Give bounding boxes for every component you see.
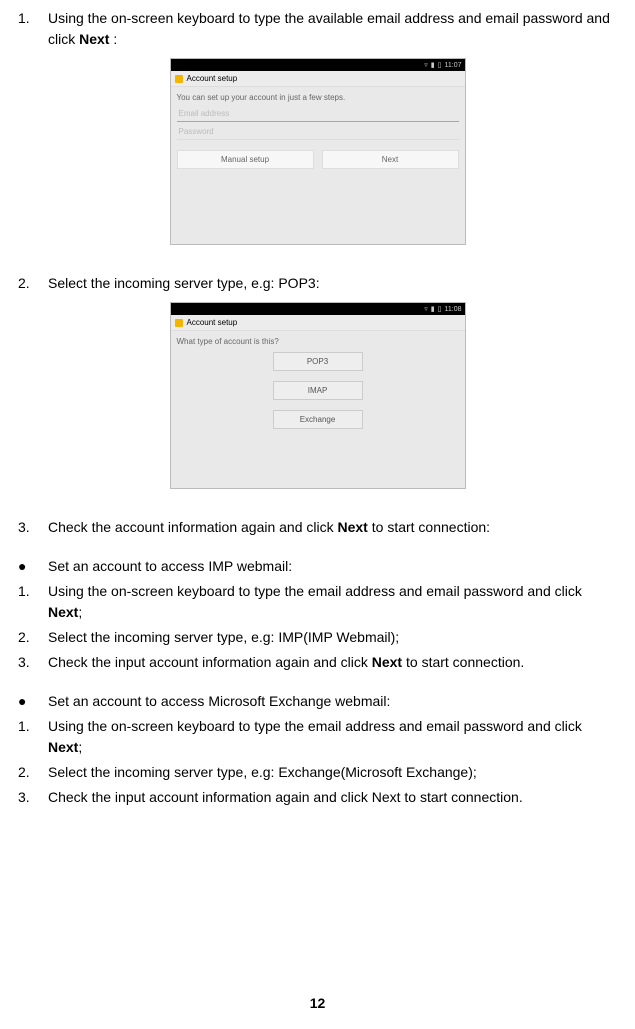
title-text: Account setup bbox=[187, 318, 238, 327]
battery-icon: ▯ bbox=[438, 61, 442, 69]
list-text: Select the incoming server type, e.g: PO… bbox=[48, 273, 617, 294]
wifi-icon: ▿ bbox=[424, 305, 428, 313]
list-text: Check the account information again and … bbox=[48, 517, 617, 538]
screenshot-container: ▿ ▮ ▯ 11:07 Account setup You can set up… bbox=[18, 58, 617, 245]
bullet: ● bbox=[18, 556, 48, 577]
signal-icon: ▮ bbox=[431, 61, 435, 69]
wifi-icon: ▿ bbox=[424, 61, 428, 69]
mail-icon bbox=[175, 319, 183, 327]
list-text: Using the on-screen keyboard to type the… bbox=[48, 716, 617, 758]
list-text: Check the input account information agai… bbox=[48, 787, 617, 808]
list-text: Select the incoming server type, e.g: IM… bbox=[48, 627, 617, 648]
button-column: POP3 IMAP Exchange bbox=[177, 352, 459, 429]
spacer bbox=[18, 677, 617, 691]
list-item: 3. Check the account information again a… bbox=[18, 517, 617, 538]
title-bar: Account setup bbox=[171, 71, 465, 87]
screenshot-body: What type of account is this? POP3 IMAP … bbox=[171, 331, 465, 435]
hint-text: What type of account is this? bbox=[177, 337, 459, 346]
battery-icon: ▯ bbox=[438, 305, 442, 313]
manual-setup-button[interactable]: Manual setup bbox=[177, 150, 314, 169]
pop3-button[interactable]: POP3 bbox=[273, 352, 363, 371]
bullet-item: ● Set an account to access Microsoft Exc… bbox=[18, 691, 617, 712]
text-bold: Next bbox=[48, 739, 78, 755]
list-item: 1. Using the on-screen keyboard to type … bbox=[18, 716, 617, 758]
screenshot-body: You can set up your account in just a fe… bbox=[171, 87, 465, 175]
text: Check the input account information agai… bbox=[48, 654, 372, 670]
status-bar: ▿ ▮ ▯ 11:08 bbox=[171, 303, 465, 315]
list-text: Check the input account information agai… bbox=[48, 652, 617, 673]
bullet-text: Set an account to access IMP webmail: bbox=[48, 556, 292, 577]
clock: 11:08 bbox=[445, 306, 462, 313]
hint-text: You can set up your account in just a fe… bbox=[177, 93, 459, 102]
list-item: 1. Using the on-screen keyboard to type … bbox=[18, 581, 617, 623]
text: ; bbox=[78, 739, 82, 755]
list-number: 1. bbox=[18, 8, 48, 50]
list-number: 3. bbox=[18, 517, 48, 538]
bullet: ● bbox=[18, 691, 48, 712]
imap-button[interactable]: IMAP bbox=[273, 381, 363, 400]
text-bold: Next bbox=[338, 519, 368, 535]
spacer bbox=[18, 542, 617, 556]
mail-icon bbox=[175, 75, 183, 83]
text: ; bbox=[78, 604, 82, 620]
list-number: 3. bbox=[18, 787, 48, 808]
email-field[interactable]: Email address bbox=[177, 106, 459, 122]
screenshot-account-setup-2: ▿ ▮ ▯ 11:08 Account setup What type of a… bbox=[170, 302, 466, 489]
signal-icon: ▮ bbox=[431, 305, 435, 313]
text: : bbox=[109, 31, 117, 47]
list-number: 1. bbox=[18, 716, 48, 758]
bullet-item: ● Set an account to access IMP webmail: bbox=[18, 556, 617, 577]
page-number: 12 bbox=[0, 995, 635, 1011]
title-text: Account setup bbox=[187, 74, 238, 83]
next-button[interactable]: Next bbox=[322, 150, 459, 169]
list-number: 2. bbox=[18, 273, 48, 294]
list-number: 2. bbox=[18, 762, 48, 783]
screenshot-account-setup-1: ▿ ▮ ▯ 11:07 Account setup You can set up… bbox=[170, 58, 466, 245]
list-item: 2. Select the incoming server type, e.g:… bbox=[18, 627, 617, 648]
list-number: 1. bbox=[18, 581, 48, 623]
list-text: Using the on-screen keyboard to type the… bbox=[48, 581, 617, 623]
text: to start connection. bbox=[402, 654, 524, 670]
text: Check the account information again and … bbox=[48, 519, 338, 535]
text: to start connection: bbox=[368, 519, 490, 535]
bullet-text: Set an account to access Microsoft Excha… bbox=[48, 691, 390, 712]
list-text: Using the on-screen keyboard to type the… bbox=[48, 8, 617, 50]
text-bold: Next bbox=[372, 654, 402, 670]
password-field[interactable]: Password bbox=[177, 124, 459, 140]
text-bold: Next bbox=[48, 604, 78, 620]
list-number: 3. bbox=[18, 652, 48, 673]
list-text: Select the incoming server type, e.g: Ex… bbox=[48, 762, 617, 783]
list-item: 3. Check the input account information a… bbox=[18, 787, 617, 808]
status-bar: ▿ ▮ ▯ 11:07 bbox=[171, 59, 465, 71]
list-item: 2. Select the incoming server type, e.g:… bbox=[18, 762, 617, 783]
clock: 11:07 bbox=[445, 62, 462, 69]
list-item: 1. Using the on-screen keyboard to type … bbox=[18, 8, 617, 50]
text-bold: Next bbox=[79, 31, 109, 47]
text: Using the on-screen keyboard to type the… bbox=[48, 10, 610, 47]
text: Using the on-screen keyboard to type the… bbox=[48, 583, 582, 599]
title-bar: Account setup bbox=[171, 315, 465, 331]
list-item: 2. Select the incoming server type, e.g:… bbox=[18, 273, 617, 294]
text: Using the on-screen keyboard to type the… bbox=[48, 718, 582, 734]
list-number: 2. bbox=[18, 627, 48, 648]
list-item: 3. Check the input account information a… bbox=[18, 652, 617, 673]
exchange-button[interactable]: Exchange bbox=[273, 410, 363, 429]
screenshot-container: ▿ ▮ ▯ 11:08 Account setup What type of a… bbox=[18, 302, 617, 489]
button-row: Manual setup Next bbox=[177, 150, 459, 169]
